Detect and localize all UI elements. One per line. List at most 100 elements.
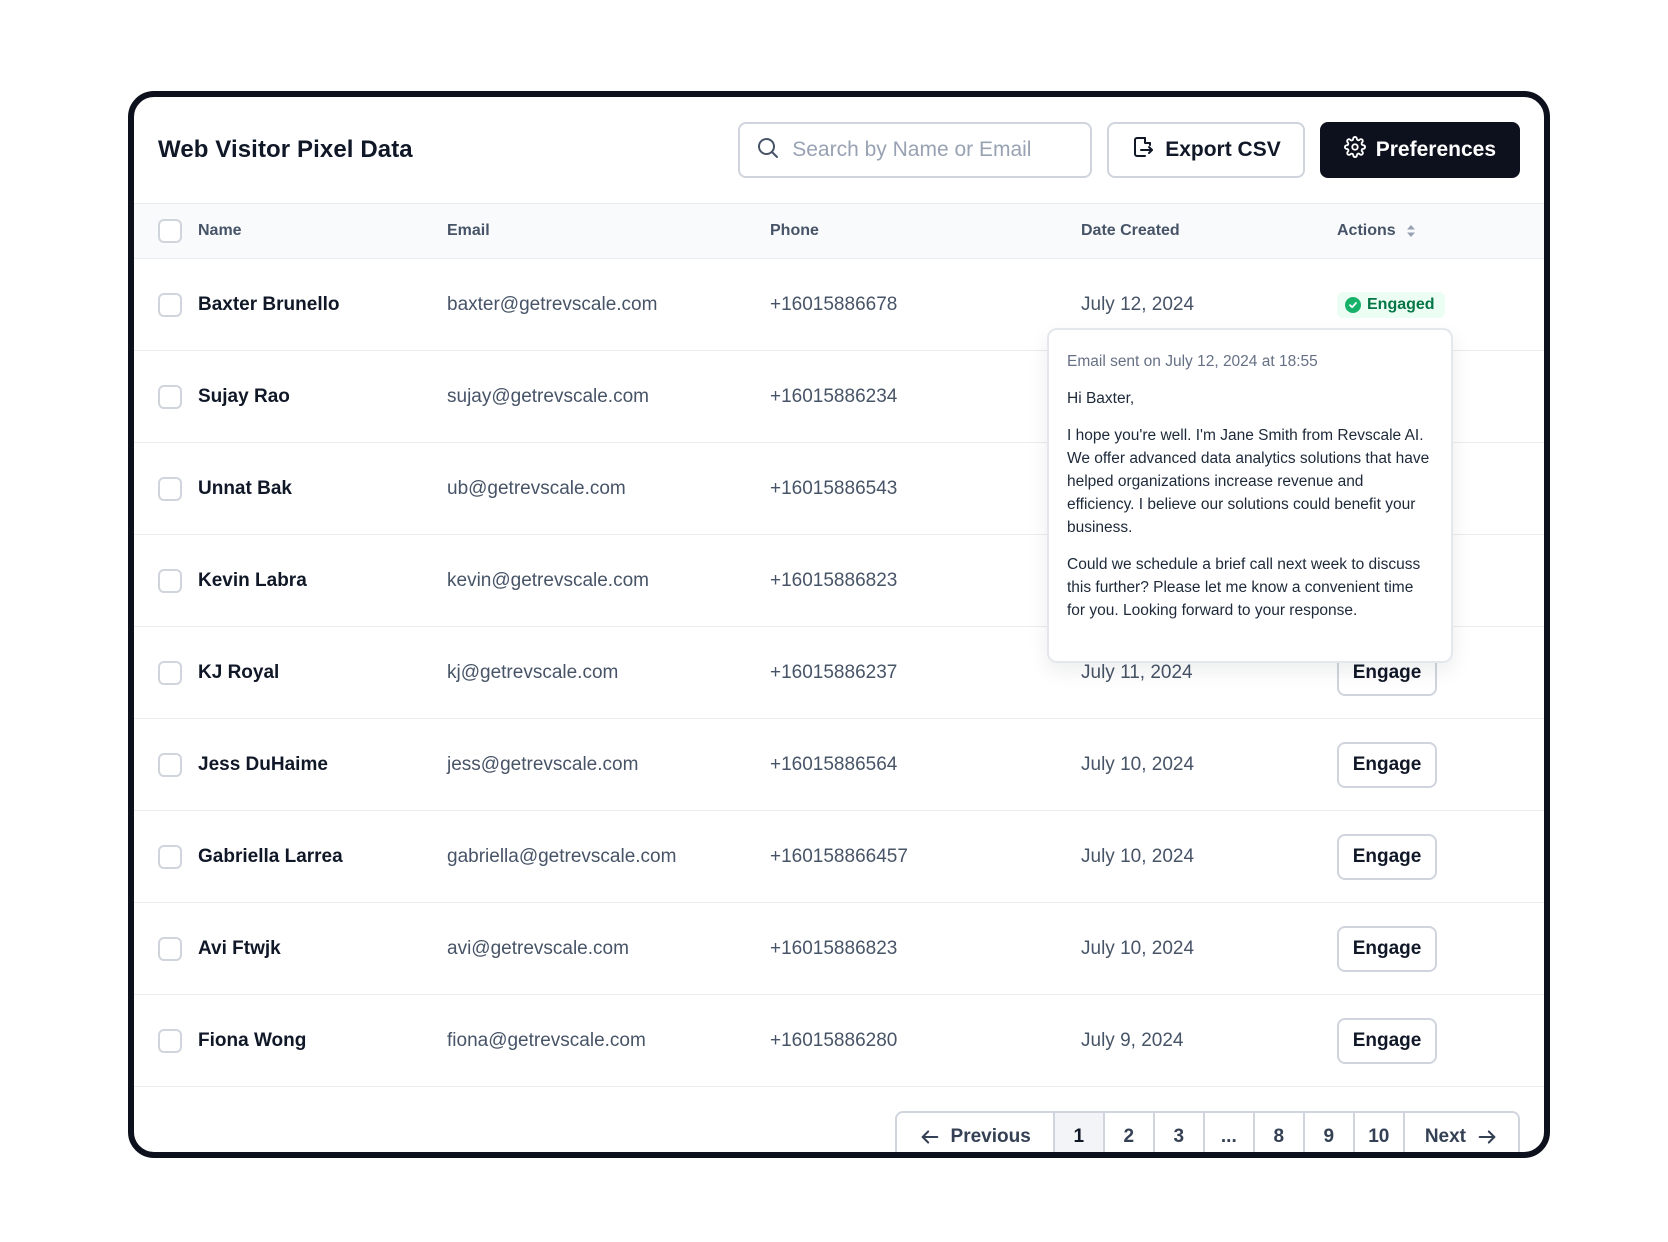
column-header-date-created[interactable]: Date Created: [1081, 222, 1180, 240]
previous-page-label: Previous: [950, 1126, 1031, 1147]
column-header-phone[interactable]: Phone: [770, 222, 819, 240]
previous-page-button[interactable]: Previous: [896, 1113, 1055, 1152]
sort-icon: [1406, 224, 1416, 238]
row-date-created: July 10, 2024: [1081, 938, 1195, 959]
row-email: avi@getrevscale.com: [447, 938, 629, 959]
row-checkbox[interactable]: [158, 293, 182, 317]
row-actions: Engage: [1337, 742, 1437, 788]
column-header-actions-label: Actions: [1337, 222, 1396, 239]
email-paragraph: Could we schedule a brief call next week…: [1067, 556, 1421, 619]
row-name: Baxter Brunello: [198, 294, 340, 315]
email-paragraph: I hope you're well. I'm Jane Smith from …: [1067, 427, 1430, 536]
arrow-left-icon: [919, 1126, 951, 1148]
next-page-button[interactable]: Next: [1404, 1113, 1518, 1152]
engaged-badge[interactable]: Engaged: [1337, 292, 1445, 318]
column-header-email[interactable]: Email: [447, 222, 490, 240]
select-all-checkbox[interactable]: [158, 219, 182, 243]
engaged-badge-label: Engaged: [1367, 296, 1435, 313]
page-ellipsis: ...: [1204, 1113, 1255, 1152]
row-checkbox[interactable]: [158, 385, 182, 409]
row-phone: +16015886823: [770, 570, 898, 591]
export-file-icon: [1131, 135, 1165, 165]
page-button-3[interactable]: 3: [1154, 1113, 1205, 1152]
row-date-created: July 10, 2024: [1081, 754, 1195, 775]
row-phone: +16015886234: [770, 386, 898, 407]
table-row: Gabriella Larrea gabriella@getrevscale.c…: [134, 812, 1544, 903]
row-phone: +16015886678: [770, 294, 898, 315]
export-csv-button[interactable]: Export CSV: [1107, 122, 1305, 178]
row-checkbox[interactable]: [158, 1029, 182, 1053]
page-button-1[interactable]: 1: [1054, 1113, 1105, 1152]
page-button-8[interactable]: 8: [1254, 1113, 1305, 1152]
row-name: Avi Ftwjk: [198, 938, 281, 959]
check-circle-icon: [1345, 297, 1361, 313]
page-button-9[interactable]: 9: [1304, 1113, 1355, 1152]
row-name: Unnat Bak: [198, 478, 292, 499]
row-email: gabriella@getrevscale.com: [447, 846, 677, 867]
row-checkbox[interactable]: [158, 845, 182, 869]
header-actions: Export CSV Preferences: [738, 122, 1520, 178]
row-name: Fiona Wong: [198, 1030, 307, 1051]
row-phone: +16015886237: [770, 662, 898, 683]
table-header: Web Visitor Pixel Data Export CSV Prefer…: [134, 97, 1544, 203]
email-preview-popover: Email sent on July 12, 2024 at 18:55 Hi …: [1047, 328, 1453, 663]
row-checkbox[interactable]: [158, 569, 182, 593]
row-email: fiona@getrevscale.com: [447, 1030, 646, 1051]
row-checkbox[interactable]: [158, 937, 182, 961]
row-name: Kevin Labra: [198, 570, 307, 591]
search-box[interactable]: [738, 122, 1093, 178]
row-actions: Engaged: [1337, 292, 1445, 318]
row-date-created: July 10, 2024: [1081, 846, 1195, 867]
search-icon: [756, 136, 780, 165]
column-header-actions[interactable]: Actions: [1337, 222, 1416, 240]
search-input[interactable]: [792, 138, 1053, 162]
gear-icon: [1343, 136, 1376, 164]
engage-button[interactable]: Engage: [1337, 1018, 1437, 1064]
row-name: Jess DuHaime: [198, 754, 328, 775]
row-email: kevin@getrevscale.com: [447, 570, 649, 591]
export-csv-label: Export CSV: [1165, 138, 1281, 161]
column-header-name[interactable]: Name: [198, 222, 242, 240]
page-button-2[interactable]: 2: [1104, 1113, 1155, 1152]
preferences-button[interactable]: Preferences: [1319, 122, 1520, 178]
row-email: ub@getrevscale.com: [447, 478, 626, 499]
row-checkbox[interactable]: [158, 661, 182, 685]
arrow-right-icon: [1466, 1126, 1498, 1148]
pagination: Previous 1 2 3 ... 8 9 10 Next: [894, 1111, 1520, 1152]
engage-button[interactable]: Engage: [1337, 742, 1437, 788]
next-page-label: Next: [1424, 1126, 1466, 1147]
row-phone: +16015886280: [770, 1030, 898, 1051]
preferences-label: Preferences: [1375, 138, 1496, 161]
row-date-created: July 12, 2024: [1081, 294, 1195, 315]
table-card: Web Visitor Pixel Data Export CSV Prefer…: [128, 91, 1550, 1158]
row-checkbox[interactable]: [158, 753, 182, 777]
row-name: Sujay Rao: [198, 386, 290, 407]
table-footer: Previous 1 2 3 ... 8 9 10 Next: [134, 1092, 1544, 1152]
row-phone: +160158866457: [770, 846, 908, 867]
row-name: Gabriella Larrea: [198, 846, 343, 867]
row-phone: +16015886564: [770, 754, 898, 775]
row-date-created: July 9, 2024: [1081, 1030, 1184, 1051]
page-button-10[interactable]: 10: [1354, 1113, 1405, 1152]
row-email: jess@getrevscale.com: [447, 754, 639, 775]
table-head: Name Email Phone Date Created Actions: [134, 203, 1544, 259]
table-row: Avi Ftwjk avi@getrevscale.com +160158868…: [134, 904, 1544, 995]
email-sent-meta: Email sent on July 12, 2024 at 18:55: [1067, 353, 1318, 370]
row-email: kj@getrevscale.com: [447, 662, 619, 683]
row-email: sujay@getrevscale.com: [447, 386, 649, 407]
table-row: Jess DuHaime jess@getrevscale.com +16015…: [134, 720, 1544, 811]
row-phone: +16015886543: [770, 478, 898, 499]
engage-button[interactable]: Engage: [1337, 926, 1437, 972]
row-actions: Engage: [1337, 1018, 1437, 1064]
row-actions: Engage: [1337, 926, 1437, 972]
row-actions: Engage: [1337, 834, 1437, 880]
row-email: baxter@getrevscale.com: [447, 294, 658, 315]
engage-button[interactable]: Engage: [1337, 834, 1437, 880]
row-checkbox[interactable]: [158, 477, 182, 501]
email-greeting: Hi Baxter,: [1067, 390, 1135, 407]
page-title: Web Visitor Pixel Data: [158, 136, 413, 163]
row-phone: +16015886823: [770, 938, 898, 959]
row-name: KJ Royal: [198, 662, 280, 683]
row-date-created: July 11, 2024: [1081, 662, 1193, 683]
table-row: Fiona Wong fiona@getrevscale.com +160158…: [134, 996, 1544, 1087]
